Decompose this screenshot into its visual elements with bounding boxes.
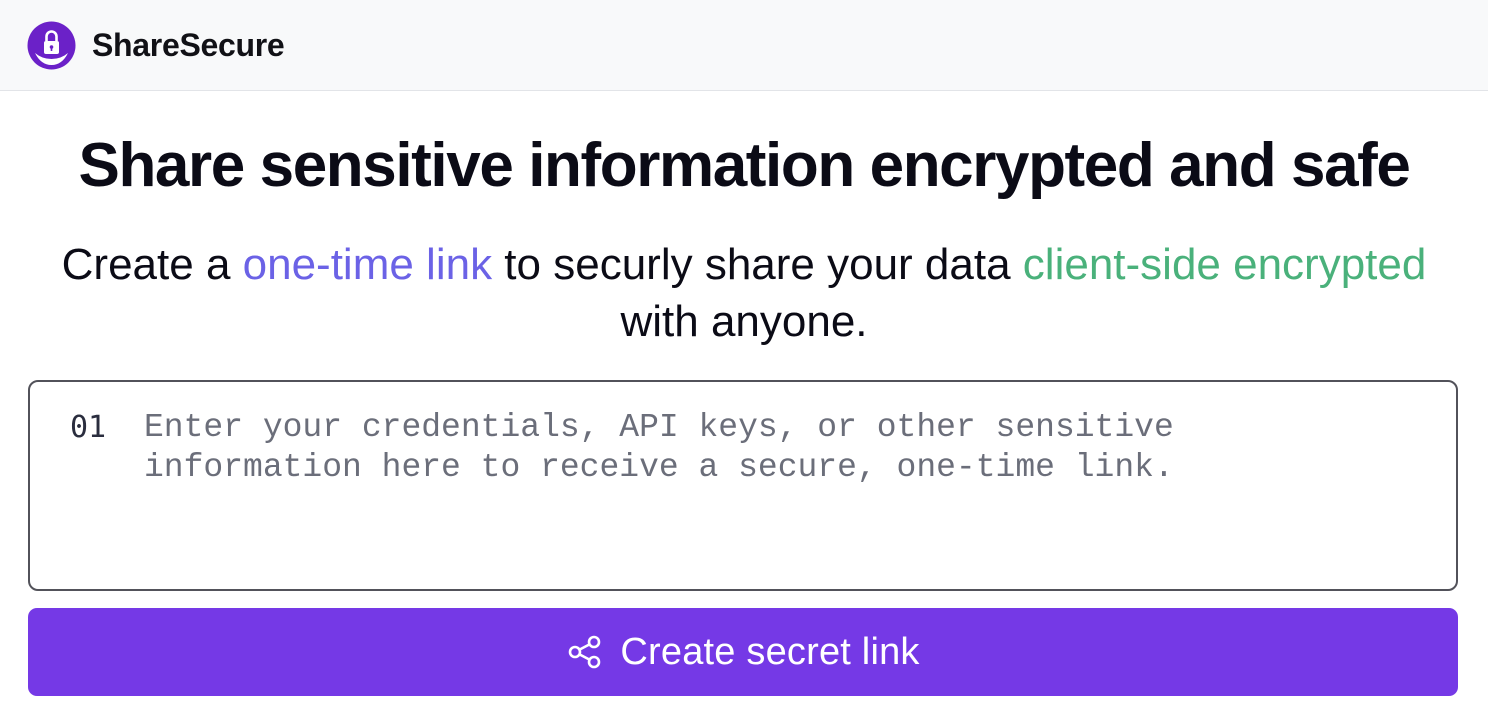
create-secret-link-label: Create secret link bbox=[620, 630, 920, 673]
client-side-encrypted-highlight: client-side encrypted bbox=[1022, 240, 1427, 289]
page-subtitle: Create a one-time link to securly share … bbox=[40, 236, 1448, 350]
subtitle-text: Create a bbox=[61, 240, 243, 289]
one-time-link-highlight: one-time link bbox=[242, 240, 493, 289]
subtitle-text: with anyone. bbox=[620, 297, 868, 346]
lock-shield-icon[interactable] bbox=[27, 21, 76, 70]
secret-input-placeholder: Enter your credentials, API keys, or oth… bbox=[144, 409, 1174, 486]
page-title: Share sensitive information encrypted an… bbox=[78, 131, 1410, 200]
brand-name[interactable]: ShareSecure bbox=[92, 27, 285, 64]
share-icon bbox=[566, 633, 604, 671]
line-number: 01 bbox=[70, 410, 107, 445]
secret-input[interactable]: 01 Enter your credentials, API keys, or … bbox=[28, 380, 1458, 591]
top-bar: ShareSecure bbox=[0, 0, 1488, 91]
create-secret-link-button[interactable]: Create secret link bbox=[28, 608, 1458, 696]
subtitle-text: to securly share your data bbox=[492, 240, 1023, 289]
